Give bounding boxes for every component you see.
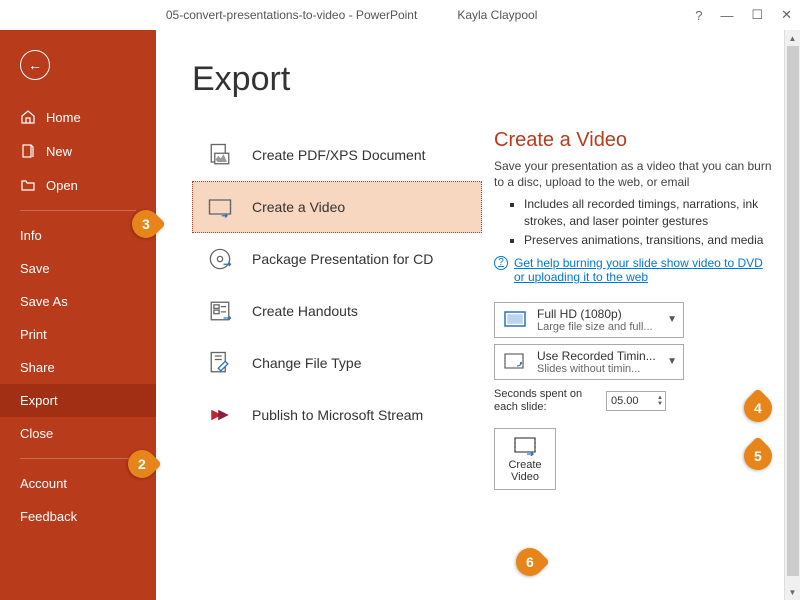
cd-icon xyxy=(204,243,236,275)
sidebar-label: Account xyxy=(20,476,67,491)
dropdown-subtitle: Large file size and full... xyxy=(537,321,659,333)
scroll-thumb[interactable] xyxy=(787,46,799,576)
resolution-dropdown[interactable]: Full HD (1080p) Large file size and full… xyxy=(494,302,684,338)
stream-icon xyxy=(204,399,236,431)
sidebar-label: Feedback xyxy=(20,509,77,524)
sidebar-label: Close xyxy=(20,426,53,441)
filetype-icon xyxy=(204,347,236,379)
export-item-pdf[interactable]: Create PDF/XPS Document xyxy=(192,129,482,181)
export-label: Change File Type xyxy=(252,355,361,371)
pdf-icon xyxy=(204,139,236,171)
sidebar-label: Print xyxy=(20,327,47,342)
feature-item: Includes all recorded timings, narration… xyxy=(524,196,772,228)
sidebar-item-save[interactable]: Save xyxy=(0,252,156,285)
seconds-label: Seconds spent on each slide: xyxy=(494,388,594,414)
help-icon: ? xyxy=(494,256,508,270)
feature-item: Preserves animations, transitions, and m… xyxy=(524,232,772,248)
export-label: Publish to Microsoft Stream xyxy=(252,407,423,423)
handouts-icon xyxy=(204,295,236,327)
export-label: Package Presentation for CD xyxy=(252,251,433,267)
export-item-stream[interactable]: Publish to Microsoft Stream xyxy=(192,389,482,441)
sidebar-label: Save As xyxy=(20,294,68,309)
video-settings-panel: Create a Video Save your presentation as… xyxy=(494,129,800,490)
vertical-scrollbar[interactable]: ▲ ▼ xyxy=(784,30,800,600)
title-bar: 05-convert-presentations-to-video - Powe… xyxy=(0,0,800,30)
scroll-up-icon[interactable]: ▲ xyxy=(785,30,800,46)
sidebar-label: Open xyxy=(46,178,78,193)
export-label: Create PDF/XPS Document xyxy=(252,147,426,163)
document-title: 05-convert-presentations-to-video - Powe… xyxy=(166,8,417,22)
export-label: Create Handouts xyxy=(252,303,358,319)
maximize-button[interactable]: ☐ xyxy=(751,7,763,23)
help-button[interactable]: ? xyxy=(695,8,702,23)
user-name: Kayla Claypool xyxy=(457,8,537,22)
sidebar-label: New xyxy=(46,144,72,159)
sidebar-item-home[interactable]: Home xyxy=(0,100,156,134)
sidebar-label: Share xyxy=(20,360,55,375)
export-item-package[interactable]: Package Presentation for CD xyxy=(192,233,482,285)
sidebar-item-export[interactable]: Export xyxy=(0,384,156,417)
help-link-text: Get help burning your slide show video t… xyxy=(514,256,772,284)
sidebar-item-new[interactable]: New xyxy=(0,134,156,168)
video-icon xyxy=(204,191,236,223)
content-area: Export Create PDF/XPS Document Create a … xyxy=(156,30,800,600)
chevron-down-icon: ▼ xyxy=(667,314,677,325)
spinner-down-icon[interactable]: ▼ xyxy=(657,401,663,407)
create-video-button[interactable]: CreateVideo xyxy=(494,428,556,490)
sidebar-item-feedback[interactable]: Feedback xyxy=(0,500,156,533)
timings-dropdown[interactable]: Use Recorded Timin... Slides without tim… xyxy=(494,344,684,380)
monitor-icon xyxy=(501,308,529,332)
export-item-filetype[interactable]: Change File Type xyxy=(192,337,482,389)
sidebar-label: Info xyxy=(20,228,42,243)
new-icon xyxy=(20,143,36,159)
sidebar-label: Save xyxy=(20,261,50,276)
seconds-value: 05.00 xyxy=(611,395,639,407)
sidebar-label: Home xyxy=(46,110,81,125)
panel-heading: Create a Video xyxy=(494,129,772,152)
open-icon xyxy=(20,177,36,193)
seconds-spinner[interactable]: 05.00 ▲▼ xyxy=(606,391,666,411)
back-button[interactable] xyxy=(20,50,50,80)
sidebar-item-close[interactable]: Close xyxy=(0,417,156,450)
home-icon xyxy=(20,109,36,125)
sidebar-item-print[interactable]: Print xyxy=(0,318,156,351)
create-video-icon xyxy=(513,436,537,456)
divider xyxy=(20,458,136,459)
dropdown-subtitle: Slides without timin... xyxy=(537,363,659,375)
export-options-list: Create PDF/XPS Document Create a Video P… xyxy=(192,129,482,490)
timings-icon xyxy=(501,350,529,374)
chevron-down-icon: ▼ xyxy=(667,356,677,367)
minimize-button[interactable]: — xyxy=(720,8,733,23)
sidebar-item-share[interactable]: Share xyxy=(0,351,156,384)
dropdown-title: Use Recorded Timin... xyxy=(537,349,659,363)
divider xyxy=(20,210,136,211)
sidebar-label: Export xyxy=(20,393,58,408)
export-item-handouts[interactable]: Create Handouts xyxy=(192,285,482,337)
dropdown-title: Full HD (1080p) xyxy=(537,307,659,321)
backstage-sidebar: Home New Open Info Save Save As Print Sh… xyxy=(0,30,156,600)
panel-description: Save your presentation as a video that y… xyxy=(494,158,772,190)
export-label: Create a Video xyxy=(252,199,345,215)
feature-list: Includes all recorded timings, narration… xyxy=(494,196,772,248)
page-title: Export xyxy=(192,60,800,99)
sidebar-item-saveas[interactable]: Save As xyxy=(0,285,156,318)
sidebar-item-open[interactable]: Open xyxy=(0,168,156,202)
help-link[interactable]: ? Get help burning your slide show video… xyxy=(494,256,772,284)
scroll-down-icon[interactable]: ▼ xyxy=(785,584,800,600)
export-item-video[interactable]: Create a Video xyxy=(192,181,482,233)
close-button[interactable]: ✕ xyxy=(781,7,792,23)
